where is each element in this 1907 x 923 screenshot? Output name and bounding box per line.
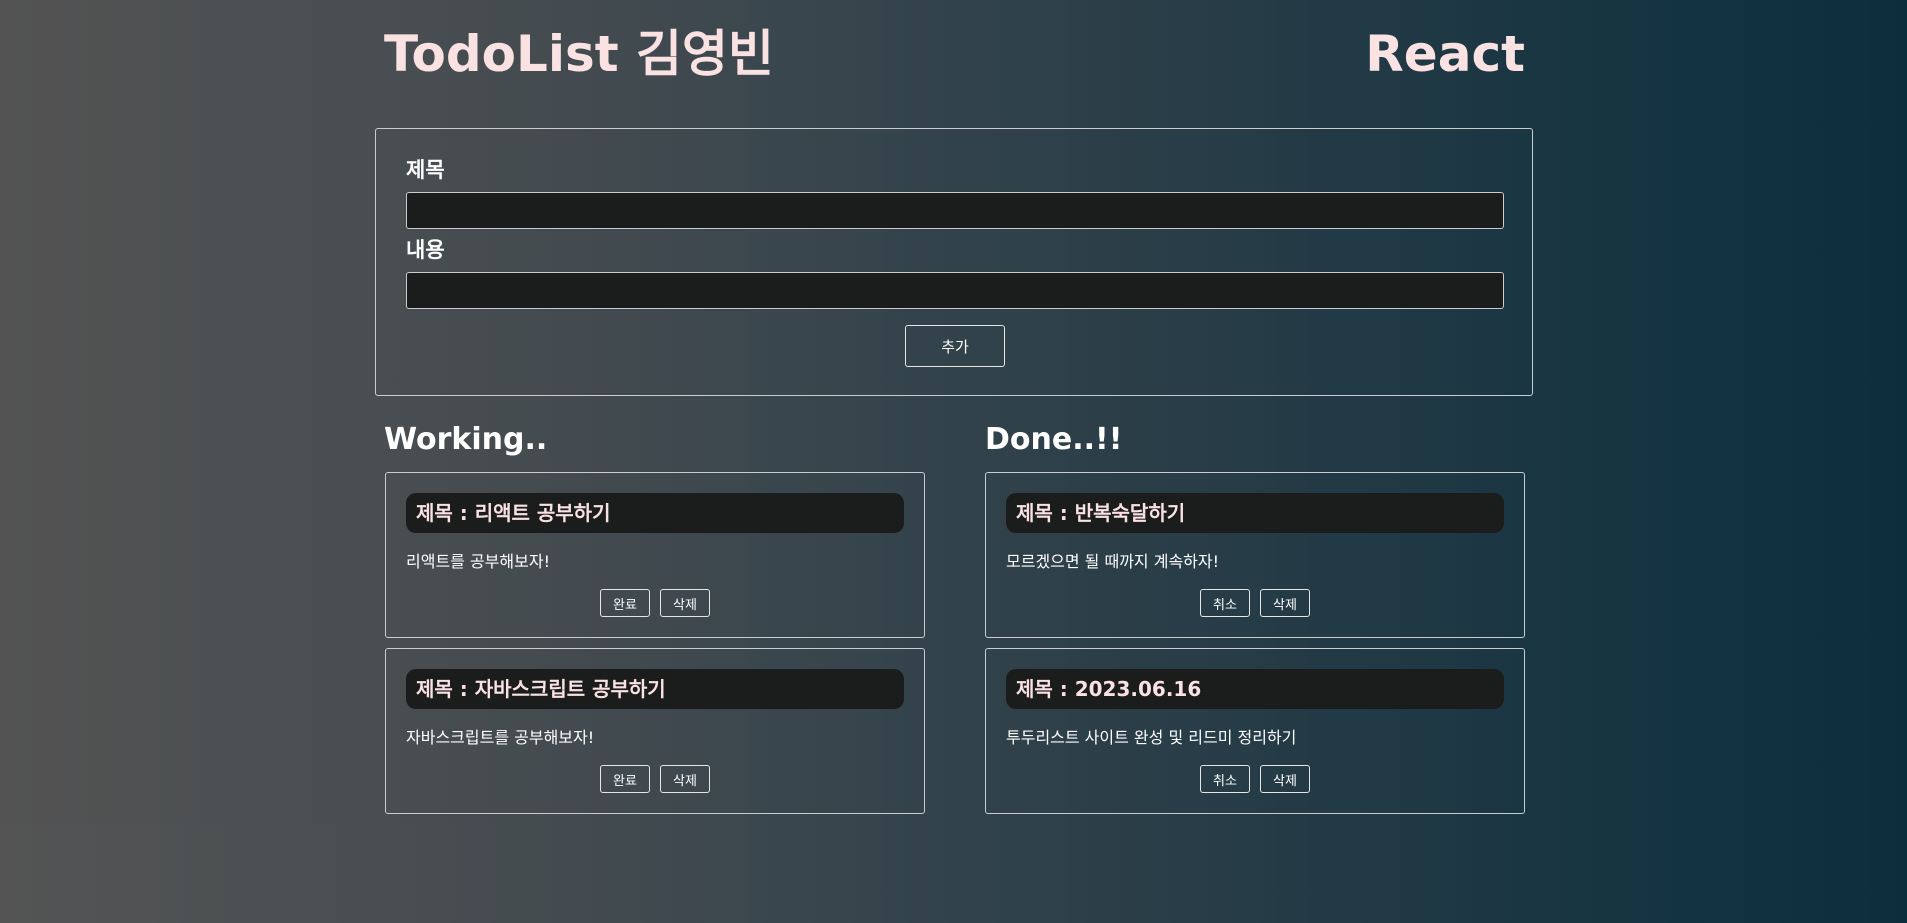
working-section-title: Working.. (384, 422, 548, 457)
done-section-title: Done..!! (985, 422, 1123, 457)
working-todo-card: 제목 : 자바스크립트 공부하기 자바스크립트를 공부해보자! 완료 삭제 (385, 648, 925, 814)
delete-button[interactable]: 삭제 (660, 589, 710, 617)
delete-button[interactable]: 삭제 (660, 765, 710, 793)
content-field-label: 내용 (406, 238, 445, 262)
add-todo-form: 제목 내용 추가 (375, 128, 1533, 396)
todo-title: 제목 : 자바스크립트 공부하기 (406, 669, 904, 709)
add-button[interactable]: 추가 (905, 325, 1005, 367)
todo-app: TodoList 김영빈 React 제목 내용 추가 Working.. Do… (0, 0, 1907, 824)
todo-title: 제목 : 2023.06.16 (1006, 669, 1504, 709)
delete-button[interactable]: 삭제 (1260, 589, 1310, 617)
todo-actions: 완료 삭제 (386, 765, 924, 793)
todo-content: 자바스크립트를 공부해보자! (406, 728, 595, 747)
cancel-button[interactable]: 취소 (1200, 765, 1250, 793)
todo-actions: 완료 삭제 (386, 589, 924, 617)
todo-actions: 취소 삭제 (986, 765, 1524, 793)
title-field-label: 제목 (406, 158, 445, 182)
delete-button[interactable]: 삭제 (1260, 765, 1310, 793)
complete-button[interactable]: 완료 (600, 765, 650, 793)
todo-title: 제목 : 반복숙달하기 (1006, 493, 1504, 533)
done-todo-card: 제목 : 2023.06.16 투두리스트 사이트 완성 및 리드미 정리하기 … (985, 648, 1525, 814)
todo-content: 모르겠으면 될 때까지 계속하자! (1006, 552, 1220, 571)
done-todo-card: 제목 : 반복숙달하기 모르겠으면 될 때까지 계속하자! 취소 삭제 (985, 472, 1525, 638)
working-todo-card: 제목 : 리액트 공부하기 리액트를 공부해보자! 완료 삭제 (385, 472, 925, 638)
cancel-button[interactable]: 취소 (1200, 589, 1250, 617)
content-input[interactable] (406, 272, 1504, 309)
complete-button[interactable]: 완료 (600, 589, 650, 617)
app-title: TodoList 김영빈 (384, 25, 775, 83)
todo-actions: 취소 삭제 (986, 589, 1524, 617)
framework-label: React (1365, 25, 1525, 83)
title-input[interactable] (406, 192, 1504, 229)
todo-content: 투두리스트 사이트 완성 및 리드미 정리하기 (1006, 728, 1297, 747)
todo-content: 리액트를 공부해보자! (406, 552, 550, 571)
page-bottom-area (0, 824, 1907, 923)
todo-title: 제목 : 리액트 공부하기 (406, 493, 904, 533)
